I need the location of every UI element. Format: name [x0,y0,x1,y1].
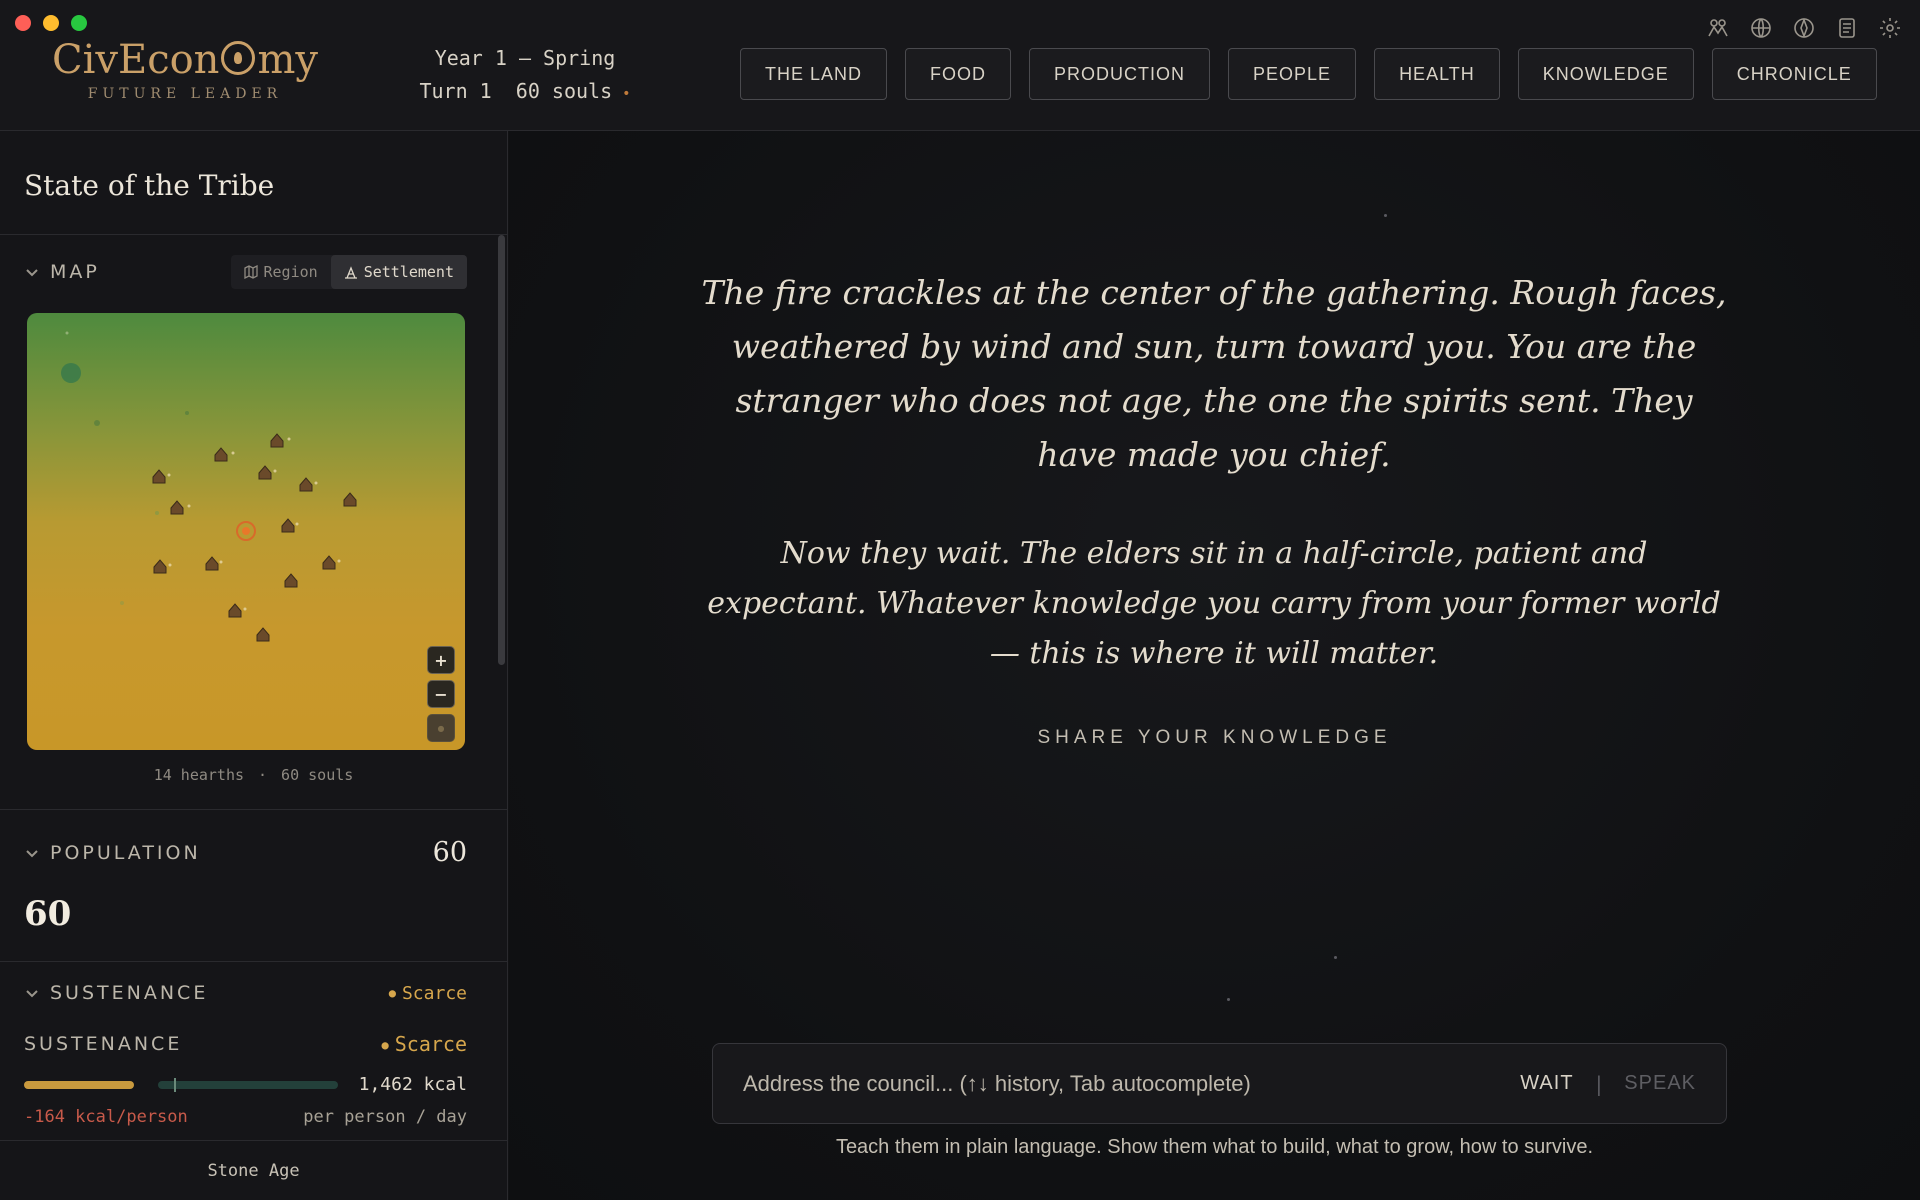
compass-icon[interactable] [1792,16,1816,40]
speak-button[interactable]: SPEAK [1624,1072,1696,1095]
narration-paragraph-1: The fire crackles at the center of the g… [701,273,1727,474]
map-section: MAP Region Settlement + − ● 14 hearths ·… [0,235,507,810]
flame-ring-icon [221,41,256,75]
status-dot-icon: ● [388,985,396,1000]
sustenance-detail-header: SUSTENANCE ● Scarce [0,1004,507,1056]
era-label: Stone Age [0,1140,507,1200]
map-view-region-button[interactable]: Region [231,255,331,289]
turn-date: Year 1 — Spring [434,46,616,70]
caption-separator: · [258,766,268,784]
hearths-count: 14 hearths [153,766,245,784]
population-section: POPULATION 60 60 [0,810,507,962]
star-decoration [1227,998,1230,1001]
zoom-in-button[interactable]: + [427,646,455,674]
settlement-map[interactable]: + − ● [27,313,465,750]
region-label: Region [263,263,318,281]
recenter-button[interactable]: ● [427,714,455,742]
minimize-window-button[interactable] [43,15,59,31]
population-header-value: 60 [432,837,467,868]
wait-button[interactable]: WAIT [1520,1072,1573,1095]
input-hint: Teach them in plain language. Show them … [835,1136,1594,1158]
sustenance-sub-status: Scarce [394,1032,467,1056]
sustenance-sub-label: SUSTENANCE [24,1033,183,1055]
souls-count: 60 souls [281,766,354,784]
recenter-icon: ● [437,723,445,733]
per-day-label: per person / day [303,1107,467,1127]
need-marker [174,1077,176,1092]
maximize-window-button[interactable] [71,15,87,31]
nav-tab-health[interactable]: HEALTH [1374,48,1500,100]
sustenance-status-badge: ● Scarce [389,983,467,1004]
kcal-total: 1,462 kcal [358,1074,467,1095]
turn-souls: Turn 1 60 souls [419,79,613,103]
window-controls [15,15,87,31]
population-section-label: POPULATION [24,842,201,864]
app-logo: CivEcon my FUTURE LEADER [40,36,330,102]
settings-icon[interactable] [1878,16,1902,40]
close-window-button[interactable] [15,15,31,31]
sidebar-title: State of the Tribe [0,131,507,235]
narrative-panel: The fire crackles at the center of the g… [509,131,1920,1200]
map-zoom-controls: + − ● [427,646,455,742]
people-icon[interactable] [1706,16,1730,40]
nav-tab-food[interactable]: FOOD [905,48,1012,100]
logo-title: CivEcon my [40,36,330,84]
map-caption: 14 hearths · 60 souls [0,766,507,784]
map-section-header[interactable]: MAP Region Settlement [0,255,507,289]
food-supply-bar [24,1080,134,1089]
chevron-down-icon [24,845,40,861]
chevron-down-icon [24,985,40,1001]
food-need-bar [158,1077,338,1092]
settlement-map-art [61,331,357,642]
globe-icon[interactable] [1749,16,1773,40]
sidebar: State of the Tribe MAP Region Settlement [0,131,508,1200]
button-divider: | [1595,1071,1603,1096]
map-view-toggle: Region Settlement [230,255,467,289]
app-header: CivEcon my FUTURE LEADER Year 1 — Spring … [0,0,1920,131]
settlement-icon [344,266,357,279]
map-icon [243,265,258,279]
sustenance-status: Scarce [401,982,467,1004]
turn-indicator-dot: • [622,86,631,102]
nav-tab-production[interactable]: PRODUCTION [1029,48,1211,100]
sustenance-section-label: SUSTENANCE [24,982,208,1004]
logo-title-end: my [257,37,318,83]
map-section-label: MAP [24,261,100,283]
status-dot-icon: ● [381,1038,389,1052]
map-label: MAP [50,261,100,283]
narration-paragraph-2: Now they wait. The elders sit in a half-… [707,536,1721,671]
main-nav: THE LAND FOOD PRODUCTION PEOPLE HEALTH K… [740,48,1877,100]
population-value: 60 [24,894,72,934]
chevron-down-icon [24,264,40,280]
sustenance-label: SUSTENANCE [50,982,209,1004]
nav-tab-chronicle[interactable]: CHRONICLE [1711,48,1877,100]
sustenance-per-person: -164 kcal/person per person / day [0,1095,507,1127]
star-decoration [1334,956,1337,959]
sustenance-section-header[interactable]: SUSTENANCE ● Scarce [0,982,507,1004]
kcal-deficit: -164 kcal/person [24,1107,188,1127]
map-view-settlement-button[interactable]: Settlement [330,255,467,289]
nav-tab-people[interactable]: PEOPLE [1228,48,1357,100]
zoom-out-button[interactable]: − [427,680,455,708]
nav-tab-knowledge[interactable]: KNOWLEDGE [1517,48,1694,100]
population-section-header[interactable]: POPULATION 60 [0,837,507,868]
turn-status: Turn 1 60 souls • [400,75,650,111]
sustenance-sub-status-badge: ● Scarce [382,1032,467,1056]
nav-tab-the-land[interactable]: THE LAND [740,48,888,100]
sustenance-bars: 1,462 kcal [0,1056,507,1095]
turn-info: Year 1 — Spring Turn 1 60 souls • [400,42,650,111]
star-decoration [1384,214,1387,217]
population-label: POPULATION [50,841,201,864]
logo-subtitle: FUTURE LEADER [87,86,283,102]
toolbar-icons [1706,16,1902,40]
share-knowledge-button[interactable]: SHARE YOUR KNOWLEDGE [509,727,1920,749]
settlement-label: Settlement [363,263,454,281]
council-input-box: Address the council... (↑↓ history, Tab … [712,1043,1727,1124]
sidebar-scrollbar[interactable] [498,235,505,665]
council-input[interactable]: Address the council... (↑↓ history, Tab … [743,1071,1520,1097]
sustenance-section: SUSTENANCE ● Scarce SUSTENANCE ● Scarce 1,… [0,962,507,1149]
document-icon[interactable] [1835,16,1859,40]
logo-title-start: CivEcon [52,37,220,83]
